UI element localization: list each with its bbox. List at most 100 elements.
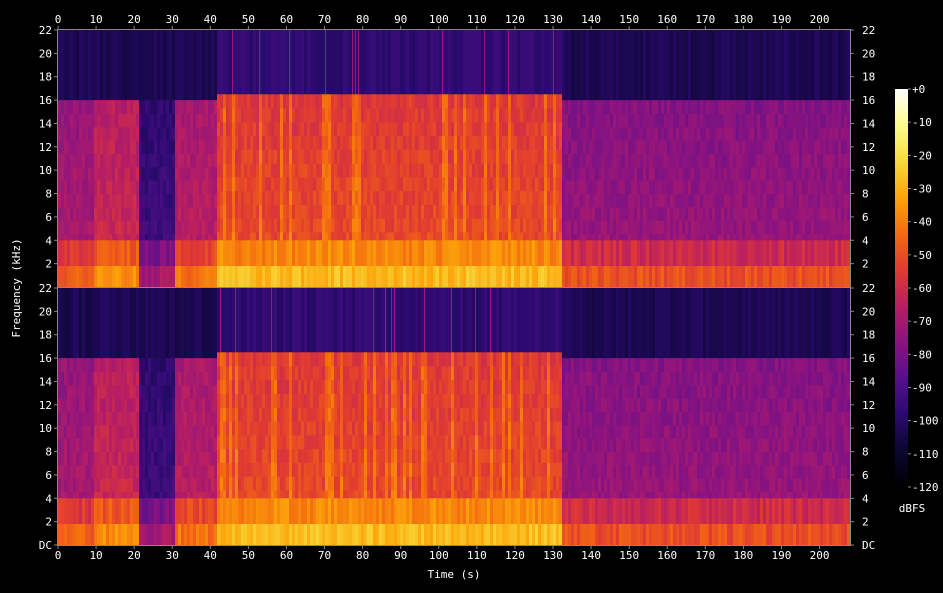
spectrum-cell — [232, 190, 235, 205]
spectrum-cell — [655, 166, 658, 181]
spectrogram-column — [85, 288, 88, 546]
spectrum-cell — [823, 220, 826, 235]
spectrum-cell — [724, 153, 727, 168]
mid-band-cell — [649, 240, 652, 266]
spectrum-cell — [583, 206, 586, 221]
spectrum-cell — [289, 94, 292, 109]
spectrum-cell — [379, 135, 382, 150]
spectrum-cell — [538, 163, 541, 178]
spectrum-cell — [637, 180, 640, 195]
spectrum-cell — [82, 140, 85, 154]
spectrum-cell — [142, 153, 145, 168]
spectrum-cell — [523, 190, 526, 205]
spectrum-cell — [304, 135, 307, 150]
spectrum-cell — [484, 190, 487, 205]
spectrum-cell — [751, 180, 754, 195]
spectrum-cell — [106, 166, 109, 181]
high-band-cell — [280, 30, 283, 95]
high-band-cell — [505, 30, 508, 95]
spectrum-cell — [283, 94, 286, 109]
spectrum-cell — [355, 204, 358, 219]
high-band-cell — [634, 30, 637, 101]
spectrum-cell — [667, 220, 670, 235]
spectrum-cell — [610, 166, 613, 181]
spectrum-cell — [151, 166, 154, 181]
spectrum-cell — [259, 108, 262, 123]
spectrum-cell — [67, 438, 70, 453]
spectrum-cell — [265, 176, 268, 192]
spectrum-cell — [676, 140, 679, 154]
low-band-cell — [748, 265, 751, 287]
spectrum-cell — [826, 153, 829, 168]
spectrum-cell — [451, 149, 454, 164]
spectrum-cell — [70, 206, 73, 221]
low-band-cell — [223, 265, 226, 287]
spectrum-cell — [451, 121, 454, 137]
spectrum-cell — [271, 135, 274, 150]
high-band-cell — [595, 30, 598, 101]
mid-band-cell — [382, 240, 385, 266]
high-band-cell — [814, 30, 817, 101]
spectrogram-column — [58, 288, 61, 546]
spectrum-cell — [823, 100, 826, 114]
spectrum-cell — [115, 220, 118, 235]
spectrum-cell — [172, 153, 175, 168]
spectrum-cell — [466, 94, 469, 109]
high-band-cell — [601, 30, 604, 101]
spectrum-cell — [328, 163, 331, 178]
spectrum-cell — [496, 190, 499, 205]
spectrum-cell — [382, 204, 385, 219]
spectrum-cell — [478, 190, 481, 205]
low-band-cell — [712, 265, 715, 287]
spectrum-cell — [541, 135, 544, 150]
spectrum-cell — [214, 206, 217, 221]
spectrum-cell — [769, 126, 772, 141]
spectrum-cell — [526, 135, 529, 150]
spectrum-cell — [85, 113, 88, 128]
spectrum-cell — [493, 163, 496, 178]
low-band-cell — [499, 265, 502, 287]
spectrum-cell — [622, 206, 625, 221]
low-band-cell — [661, 265, 664, 287]
spectrum-cell — [205, 206, 208, 221]
spectrum-cell — [553, 121, 556, 137]
low-band-cell — [841, 265, 844, 287]
transient-line — [553, 30, 554, 95]
spectrum-cell — [205, 153, 208, 168]
mid-band-cell — [568, 240, 571, 266]
spectrogram-column — [469, 30, 472, 288]
spectrum-cell — [622, 166, 625, 181]
spectrum-cell — [187, 166, 190, 181]
mid-band-cell — [145, 240, 148, 266]
spectrum-cell — [250, 163, 253, 178]
spectrum-cell — [532, 149, 535, 164]
high-band-cell — [757, 30, 760, 101]
high-band-cell — [775, 30, 778, 101]
spectrogram-column — [649, 30, 652, 288]
spectrogram-column — [448, 30, 451, 288]
spectrum-cell — [85, 384, 88, 399]
spectrogram-column — [439, 30, 442, 288]
low-band-cell — [91, 265, 94, 287]
spectrum-cell — [568, 100, 571, 114]
spectrum-cell — [580, 180, 583, 195]
mid-band-cell — [829, 240, 832, 266]
spectrum-cell — [280, 149, 283, 164]
spectrum-cell — [673, 166, 676, 181]
spectrum-cell — [343, 94, 346, 109]
high-band-cell — [718, 30, 721, 101]
spectrum-cell — [334, 204, 337, 219]
spectrum-cell — [403, 94, 406, 109]
spectrum-cell — [802, 126, 805, 141]
low-band-cell — [106, 265, 109, 287]
spectrum-cell — [244, 149, 247, 164]
spectrum-cell — [94, 166, 97, 181]
mid-band-cell — [673, 240, 676, 266]
spectrum-cell — [832, 193, 835, 208]
spectrum-cell — [358, 135, 361, 150]
spectrum-cell — [250, 190, 253, 205]
spectrum-cell — [562, 220, 565, 235]
spectrum-cell — [502, 218, 505, 233]
mid-band-cell — [268, 240, 271, 266]
spectrum-cell — [328, 94, 331, 109]
